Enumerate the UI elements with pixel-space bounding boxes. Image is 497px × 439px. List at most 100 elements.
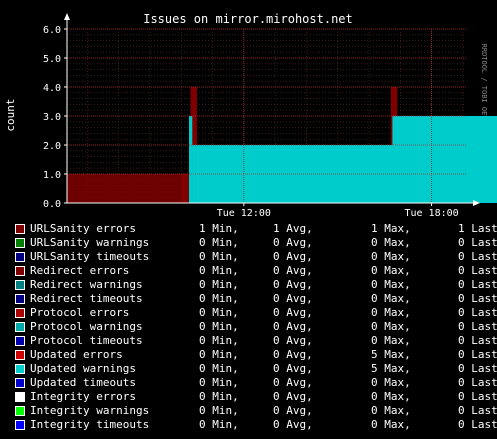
legend-max: 0 Max, xyxy=(371,236,411,249)
legend-swatch xyxy=(15,280,25,290)
legend-name: Redirect timeouts xyxy=(30,292,143,305)
legend-last: 0 Last xyxy=(458,306,497,319)
legend-item: Redirect errors 0 Min, 0 Avg, 0 Max, 0 Last xyxy=(0,264,497,278)
legend-item: Updated warnings 0 Min, 0 Avg, 5 Max, 0 Last xyxy=(0,362,497,376)
legend-max: 5 Max, xyxy=(371,362,411,375)
chart-title: Issues on mirror.mirohost.net xyxy=(143,12,353,26)
legend-name: Redirect warnings xyxy=(30,278,143,291)
legend-item: URLSanity timeouts 0 Min, 0 Avg, 0 Max, 0 La… xyxy=(0,250,497,264)
legend-min: 0 Min, xyxy=(199,250,239,263)
legend-name: Protocol errors xyxy=(30,306,130,319)
legend-swatch xyxy=(15,336,25,346)
y-tick-label: 2.0 xyxy=(43,141,61,152)
legend-item: Updated errors 0 Min, 0 Avg, 5 Max, 0 Last xyxy=(0,348,497,362)
legend-swatch xyxy=(15,392,25,402)
legend-swatch xyxy=(15,420,25,430)
legend-last: 0 Last xyxy=(458,320,497,333)
legend-avg: 0 Avg, xyxy=(273,250,313,263)
legend-min: 0 Min, xyxy=(199,320,239,333)
legend-max: 0 Max, xyxy=(371,278,411,291)
legend-max: 0 Max, xyxy=(371,376,411,389)
legend-item: Integrity warnings 0 Min, 0 Avg, 0 Max, 0 La… xyxy=(0,404,497,418)
legend-max: 0 Max, xyxy=(371,264,411,277)
legend-last: 0 Last xyxy=(458,334,497,347)
legend-name: Updated errors xyxy=(30,348,123,361)
legend-item: Updated timeouts 0 Min, 0 Avg, 0 Max, 0 Last xyxy=(0,376,497,390)
legend-swatch xyxy=(15,224,25,234)
legend-name: Integrity timeouts xyxy=(30,418,150,431)
legend-item: Integrity errors 0 Min, 0 Avg, 0 Max, 0 Last xyxy=(0,390,497,404)
legend-last: 0 Last xyxy=(458,376,497,389)
legend-name: Protocol timeouts xyxy=(30,334,143,347)
legend-min: 0 Min, xyxy=(199,404,239,417)
y-tick-label: 6.0 xyxy=(43,25,61,36)
legend-name: URLSanity warnings xyxy=(30,236,150,249)
y-tick-label: 4.0 xyxy=(43,83,61,94)
legend-avg: 1 Avg, xyxy=(273,222,313,235)
legend-last: 0 Last xyxy=(458,250,497,263)
legend-swatch xyxy=(15,238,25,248)
legend-item: Integrity timeouts 0 Min, 0 Avg, 0 Max, 0 La… xyxy=(0,418,497,432)
legend-name: Updated timeouts xyxy=(30,376,136,389)
legend-avg: 0 Avg, xyxy=(273,348,313,361)
legend-last: 0 Last xyxy=(458,404,497,417)
legend-max: 1 Max, xyxy=(371,222,411,235)
legend-min: 0 Min, xyxy=(199,278,239,291)
legend-max: 0 Max, xyxy=(371,404,411,417)
legend-swatch xyxy=(15,322,25,332)
legend-last: 0 Last xyxy=(458,264,497,277)
legend-item: Protocol errors 0 Min, 0 Avg, 0 Max, 0 Last xyxy=(0,306,497,320)
legend-swatch xyxy=(15,350,25,360)
legend-min: 0 Min, xyxy=(199,292,239,305)
legend-item: Protocol timeouts 0 Min, 0 Avg, 0 Max, 0 Las… xyxy=(0,334,497,348)
legend-min: 0 Min, xyxy=(199,348,239,361)
legend-min: 0 Min, xyxy=(199,362,239,375)
legend-swatch xyxy=(15,266,25,276)
legend-max: 0 Max, xyxy=(371,292,411,305)
y-tick-label: 1.0 xyxy=(43,170,61,181)
y-tick-label: 0.0 xyxy=(43,199,61,210)
series-1-bar xyxy=(392,116,497,203)
x-tick-label: Tue 12:00 xyxy=(217,208,271,219)
legend-swatch xyxy=(15,252,25,262)
legend-item: Protocol warnings 0 Min, 0 Avg, 0 Max, 0 Las… xyxy=(0,320,497,334)
legend-item: URLSanity warnings 0 Min, 0 Avg, 0 Max, 0 La… xyxy=(0,236,497,250)
legend-swatch xyxy=(15,364,25,374)
legend-avg: 0 Avg, xyxy=(273,236,313,249)
legend-max: 0 Max, xyxy=(371,418,411,431)
series-1-bar xyxy=(189,116,193,203)
legend-last: 0 Last xyxy=(458,362,497,375)
plot-area: 0.01.02.03.04.05.06.0Tue 12:00Tue 18:00W… xyxy=(43,13,497,219)
legend-swatch xyxy=(15,378,25,388)
legend-name: Updated warnings xyxy=(30,362,136,375)
legend-min: 1 Min, xyxy=(199,222,239,235)
legend-last: 0 Last xyxy=(458,292,497,305)
legend-min: 0 Min, xyxy=(199,390,239,403)
legend-avg: 0 Avg, xyxy=(273,334,313,347)
y-tick-label: 3.0 xyxy=(43,112,61,123)
x-tick-label: Tue 18:00 xyxy=(404,208,458,219)
legend-last: 0 Last xyxy=(458,418,497,431)
legend-avg: 0 Avg, xyxy=(273,404,313,417)
legend-swatch xyxy=(15,294,25,304)
legend-min: 0 Min, xyxy=(199,418,239,431)
legend-max: 0 Max, xyxy=(371,306,411,319)
legend-avg: 0 Avg, xyxy=(273,278,313,291)
chart: Issues on mirror.mirohost.net count RRDT… xyxy=(4,12,497,219)
legend-name: Protocol warnings xyxy=(30,320,143,333)
legend-min: 0 Min, xyxy=(199,236,239,249)
legend-min: 0 Min, xyxy=(199,334,239,347)
legend-max: 0 Max, xyxy=(371,250,411,263)
legend-max: 5 Max, xyxy=(371,348,411,361)
y-axis-label: count xyxy=(4,98,17,131)
legend-max: 0 Max, xyxy=(371,320,411,333)
legend-last: 0 Last xyxy=(458,278,497,291)
legend: URLSanity errors 1 Min, 1 Avg, 1 Max, 1 Last… xyxy=(0,222,497,432)
legend-name: Redirect errors xyxy=(30,264,130,277)
legend-avg: 0 Avg, xyxy=(273,264,313,277)
legend-avg: 0 Avg, xyxy=(273,306,313,319)
legend-avg: 0 Avg, xyxy=(273,390,313,403)
legend-swatch xyxy=(15,406,25,416)
legend-min: 0 Min, xyxy=(199,376,239,389)
legend-item: URLSanity errors 1 Min, 1 Avg, 1 Max, 1 Last xyxy=(0,222,497,236)
